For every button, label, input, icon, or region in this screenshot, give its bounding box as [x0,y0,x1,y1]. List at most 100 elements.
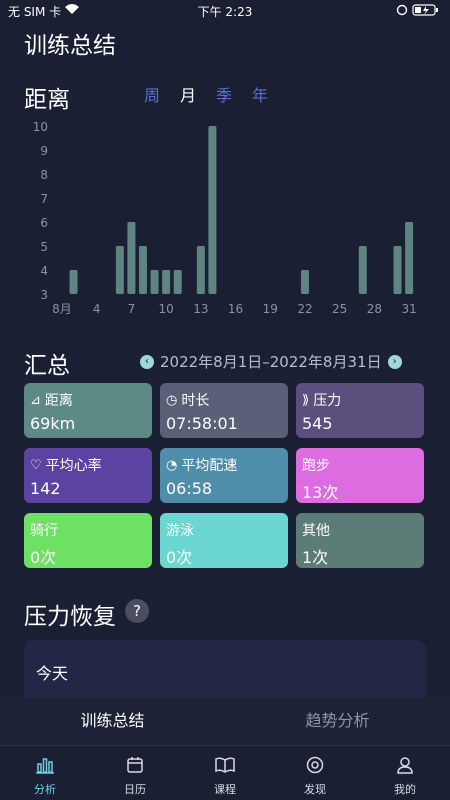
chart-bar-day-7[interactable] [127,222,136,294]
chart-bar-day-30[interactable] [393,246,402,294]
x-tick-label: 16 [228,302,243,316]
y-tick-label: 6 [40,216,48,230]
summary-card[interactable]: ♡ 平均心率 142 [24,448,152,503]
period-tab-2[interactable]: 季 [216,82,232,106]
segmented-tabs: 训练总结 趋势分析 [0,697,450,745]
x-tick-label: 13 [193,302,208,316]
status-time: 下午 2:23 [197,5,253,19]
today-label: 今天 [36,664,69,683]
x-tick-label: 28 [367,302,382,316]
chart-bar-day-10[interactable] [162,270,171,294]
page-title: 训练总结 [24,33,116,59]
tab-profile[interactable]: 我的 [360,746,450,800]
summary-card[interactable]: 骑行 0次 [24,513,152,568]
summary-card-value: 0次 [30,548,57,567]
summary-date-range: ‹ 2022年8月1日–2022年8月31日 › [140,351,402,372]
chart-bar-day-14[interactable] [208,126,217,294]
x-tick-label: 31 [401,302,416,316]
segment-tab-1[interactable]: 趋势分析 [225,697,450,745]
summary-card[interactable]: ◔ 平均配速 06:58 [160,448,288,503]
summary-card-label: 其他 [302,523,330,539]
pace-icon: ◔ [166,457,178,473]
period-tab-0[interactable]: 周 [144,82,160,106]
x-tick-label: 4 [93,302,101,316]
summary-card-label-row: ◔ 平均配速 [166,455,282,475]
chart-bar-day-27[interactable] [358,246,367,294]
summary-card-value: 142 [30,479,61,498]
tab-label: 课程 [214,783,236,796]
chart-bar-day-22[interactable] [300,270,309,294]
x-tick-label: 25 [332,302,347,316]
chart-bar-day-2[interactable] [69,270,78,294]
chart-bar-day-13[interactable] [196,246,205,294]
y-tick-label: 3 [40,288,48,302]
summary-card-label-row: ◷ 时长 [166,390,282,410]
x-tick-label: 19 [263,302,278,316]
segment-tab-0[interactable]: 训练总结 [0,697,225,745]
y-tick-label: 5 [40,240,48,254]
x-tick-label: 22 [297,302,312,316]
summary-card-label-row: 游泳 [166,520,282,540]
tab-compass[interactable]: 发现 [270,746,360,800]
x-tick-label: 8月 [52,302,72,316]
battery-icon [396,3,440,20]
summary-card-value: 0次 [166,548,193,567]
summary-card-label-row: ⊿ 距离 [30,390,146,410]
chart-icon [35,756,55,781]
summary-card[interactable]: ◷ 时长 07:58:01 [160,383,288,438]
summary-card[interactable]: ⟫ 压力 545 [296,383,424,438]
summary-card-label: 压力 [313,393,342,409]
heart-rate-icon: ♡ [30,457,42,473]
tab-chart[interactable]: 分析 [0,746,90,800]
period-tab-3[interactable]: 年 [252,82,268,106]
status-bar: 无 SIM 卡 下午 2:23 [0,0,450,22]
stress-icon: ⟫ [302,392,310,408]
tab-calendar[interactable]: 日历 [90,746,180,800]
tab-label: 发现 [304,783,326,796]
chart-bar-day-11[interactable] [173,270,182,294]
summary-card[interactable]: 游泳 0次 [160,513,288,568]
chart-bar-day-31[interactable] [405,222,414,294]
next-period-button[interactable]: › [387,354,402,369]
summary-card[interactable]: 跑步 13次 [296,448,424,503]
summary-card[interactable]: 其他 1次 [296,513,424,568]
y-tick-label: 7 [40,192,48,206]
summary-card-value: 06:58 [166,479,213,498]
summary-card-value: 69km [30,414,76,433]
help-icon[interactable]: ? [125,599,149,623]
summary-card-label-row: 跑步 [302,455,418,475]
chart-bar-day-6[interactable] [115,246,124,294]
profile-icon [395,756,415,781]
calendar-icon [125,756,145,781]
summary-card-label: 骑行 [30,523,58,539]
summary-card-label-row: ⟫ 压力 [302,390,418,410]
tab-label: 分析 [34,783,56,796]
y-tick-label: 9 [40,144,48,158]
distance-icon: ⊿ [30,392,41,408]
chart-bar-day-9[interactable] [150,270,159,294]
book-icon [214,756,236,781]
summary-section-title: 汇总 [24,353,70,379]
tab-label: 我的 [394,783,416,796]
y-tick-label: 10 [33,120,48,134]
summary-card[interactable]: ⊿ 距离 69km [24,383,152,438]
summary-card-label: 距离 [44,393,73,409]
summary-card-label: 平均配速 [181,458,238,474]
summary-card-label: 平均心率 [45,458,102,474]
summary-card-label: 跑步 [302,458,330,474]
summary-cards: ⊿ 距离 69km ◷ 时长 07:58:01 ⟫ 压力 545 ♡ 平均心率 142 ◔ 平均配速 06:… [24,383,424,568]
summary-card-label: 游泳 [166,523,194,539]
summary-card-value: 07:58:01 [166,414,238,433]
period-tabs: 周月季年 [144,82,268,106]
summary-card-label-row: 其他 [302,520,418,540]
summary-range-label: 2022年8月1日–2022年8月31日 [160,353,382,371]
previous-period-button[interactable]: ‹ [140,354,154,369]
chart-bar-day-8[interactable] [138,246,147,294]
y-tick-label: 8 [40,168,48,182]
recovery-section-title: 压力恢复 [24,604,116,630]
summary-card-value: 13次 [302,483,339,502]
summary-card-label-row: ♡ 平均心率 [30,455,146,475]
tab-book[interactable]: 课程 [180,746,270,800]
period-tab-1[interactable]: 月 [180,82,196,106]
summary-card-label-row: 骑行 [30,520,146,540]
